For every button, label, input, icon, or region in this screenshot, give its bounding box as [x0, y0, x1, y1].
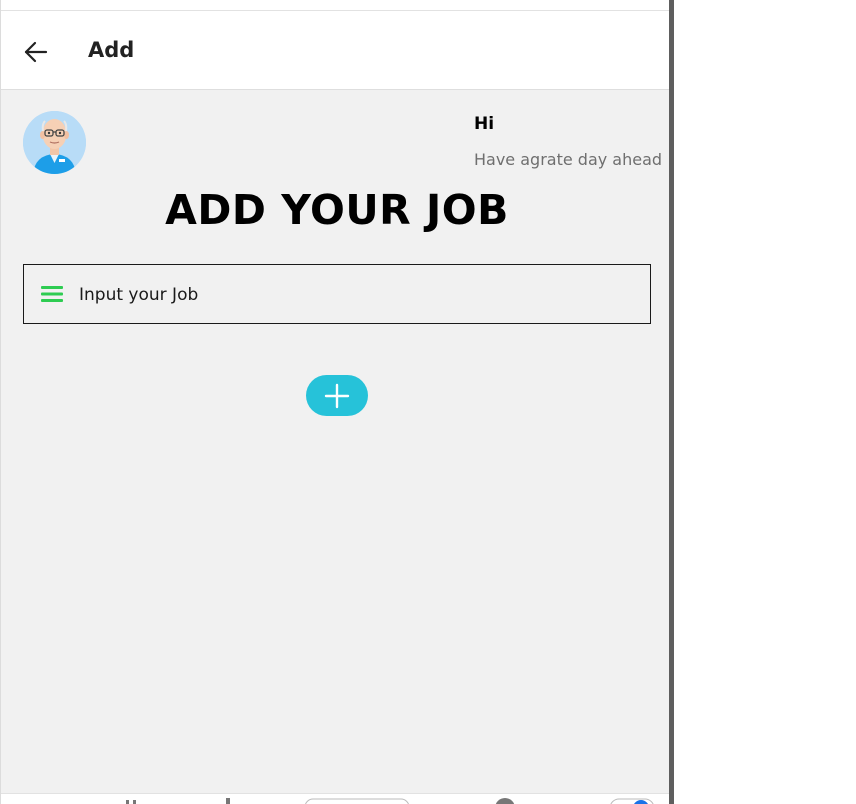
menu-icon: [41, 286, 63, 302]
plus-icon: [324, 383, 350, 409]
arrow-left-icon: [24, 41, 48, 63]
job-input-field[interactable]: Input your Job: [23, 264, 651, 324]
app-screen: Add Hi Have agrate day ahead ADD YOUR JO…: [0, 0, 669, 804]
app-bar-title: Add: [88, 38, 135, 62]
app-bar: Add: [1, 11, 669, 90]
window-divider[interactable]: [669, 0, 674, 804]
back-button[interactable]: [21, 37, 51, 67]
bottom-toolbar: [1, 793, 669, 804]
status-strip: [1, 0, 669, 11]
toolbar-circle-icon: [495, 798, 515, 804]
user-avatar-icon: [23, 111, 86, 174]
page-title: ADD YOUR JOB: [165, 186, 509, 234]
avatar: [23, 111, 86, 174]
greeting-subtitle: Have agrate day ahead: [474, 150, 663, 169]
toolbar-pill-icon: [305, 798, 409, 804]
toolbar-toggle-icon: [610, 798, 654, 804]
job-input-placeholder: Input your Job: [79, 285, 199, 305]
greeting-title: Hi: [474, 114, 495, 134]
add-job-button[interactable]: [306, 375, 368, 416]
toolbar-shapes-icon: [126, 798, 230, 804]
